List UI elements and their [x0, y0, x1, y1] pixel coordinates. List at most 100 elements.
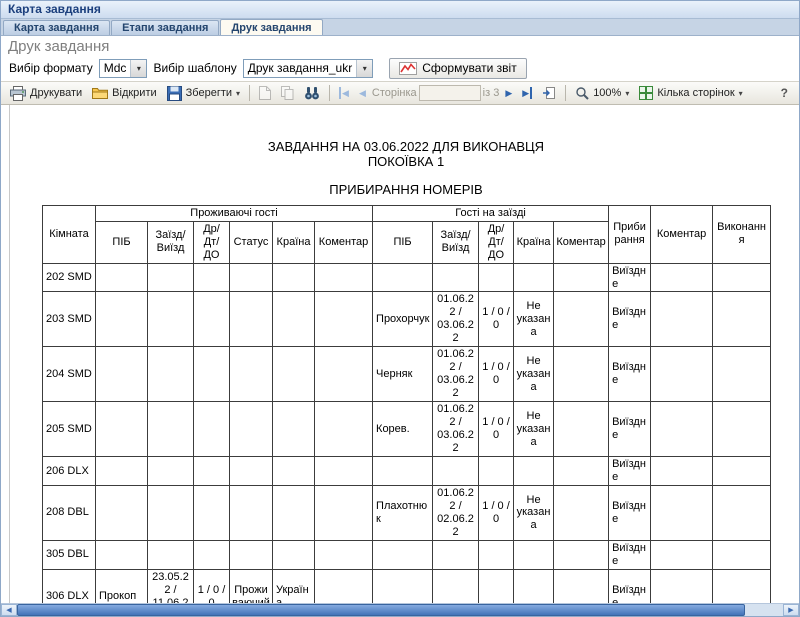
window-titlebar: Карта завдання	[1, 1, 799, 19]
goto-page-icon	[542, 86, 556, 100]
cell-done	[713, 402, 771, 457]
cell-staying-country	[273, 347, 315, 402]
tab-bar: Карта завдання Етапи завдання Друк завда…	[1, 19, 799, 36]
tab-task-print[interactable]: Друк завдання	[220, 19, 322, 35]
cell-staying-country	[273, 457, 315, 486]
cell-arriving-country: Не указана	[514, 292, 554, 347]
cell-arriving-dates	[433, 540, 479, 569]
cell-comment	[651, 457, 713, 486]
cell-room: 305 DBL	[43, 540, 96, 569]
chevron-down-icon: ▾	[356, 60, 372, 77]
cell-staying-status	[230, 263, 273, 292]
cell-staying-counts	[194, 292, 230, 347]
cell-staying-dates	[148, 402, 194, 457]
cell-room: 202 SMD	[43, 263, 96, 292]
cell-cleaning-type: Виїздне	[609, 457, 651, 486]
cell-arriving-counts	[479, 540, 514, 569]
chart-icon	[399, 62, 417, 75]
template-select[interactable]: Друк завдання_ukr ▾	[243, 59, 373, 78]
prev-page-button[interactable]: ◀	[355, 85, 370, 101]
cell-cleaning-type: Виїздне	[609, 402, 651, 457]
cleaning-row: 204 SMD Черняк 01.06.22 / 03.06.22 1 / 0…	[43, 347, 771, 402]
save-button[interactable]: Зберегти ▾	[163, 84, 244, 103]
report-toolbar: Друкувати Відкрити Зберегти ▾ ◀ ◀ Сторін…	[1, 81, 799, 105]
help-button[interactable]: ?	[775, 86, 794, 100]
cell-staying-counts	[194, 263, 230, 292]
cell-arriving-counts: 1 / 0 / 0	[479, 347, 514, 402]
magnifier-icon	[575, 86, 589, 100]
first-page-button[interactable]: ◀	[335, 85, 353, 101]
toolbar-separator	[565, 85, 566, 101]
cell-arriving-dates: 01.06.22 / 03.06.22	[433, 402, 479, 457]
pages-total-label: із 3	[483, 87, 500, 99]
scroll-right-button[interactable]: ▶	[783, 604, 799, 616]
chevron-down-icon: ▾	[739, 89, 743, 98]
page-number-input[interactable]	[419, 85, 481, 101]
scrollbar-thumb[interactable]	[17, 604, 745, 616]
cell-staying-status	[230, 540, 273, 569]
page-label: Сторінка	[372, 87, 417, 99]
tab-task-stages-label: Етапи завдання	[122, 22, 208, 34]
cell-comment	[651, 292, 713, 347]
scroll-left-icon: ◀	[6, 607, 11, 614]
cell-staying-status	[230, 486, 273, 541]
cell-arriving-comment	[554, 347, 609, 402]
col-room: Кімната	[43, 205, 96, 263]
cell-arriving-country	[514, 457, 554, 486]
export-button[interactable]	[255, 84, 275, 102]
zoom-value: 100%	[593, 87, 621, 99]
window-title: Карта завдання	[8, 2, 101, 16]
format-select[interactable]: Mdc ▾	[99, 59, 148, 78]
scrollbar-track[interactable]	[17, 604, 783, 616]
copy-button[interactable]	[277, 84, 298, 102]
template-label: Вибір шаблону	[153, 61, 236, 75]
first-page-icon: ◀	[339, 87, 349, 99]
tab-task-card[interactable]: Карта завдання	[3, 20, 110, 35]
cell-staying-dates	[148, 263, 194, 292]
next-page-button[interactable]: ▶	[501, 85, 516, 101]
cell-done	[713, 347, 771, 402]
cell-cleaning-type: Виїздне	[609, 486, 651, 541]
col-group-staying: Проживаючі гості	[96, 205, 373, 221]
cell-arriving-name: Корев.	[373, 402, 433, 457]
cell-comment	[651, 569, 713, 603]
cleaning-row: 208 DBL Плахотнюк 01.06.22 / 02.06.22 1 …	[43, 486, 771, 541]
cell-done	[713, 263, 771, 292]
report-page: ЗАВДАННЯ НА 03.06.2022 ДЛЯ ВИКОНАВЦЯ ПОК…	[9, 105, 791, 603]
search-button[interactable]	[300, 84, 324, 102]
col-group-arriving: Гості на заїзді	[373, 205, 609, 221]
cell-arriving-comment	[554, 263, 609, 292]
zoom-button[interactable]: 100% ▾	[571, 84, 633, 102]
document-icon	[259, 86, 271, 100]
print-button[interactable]: Друкувати	[6, 84, 86, 103]
cell-staying-name	[96, 540, 148, 569]
cell-arriving-dates	[433, 569, 479, 603]
cell-arriving-counts	[479, 457, 514, 486]
cell-room: 306 DLX	[43, 569, 96, 603]
report-title-line1: ЗАВДАННЯ НА 03.06.2022 ДЛЯ ВИКОНАВЦЯ	[42, 139, 770, 154]
cleaning-row: 306 DLX Прокоп 23.05.22 / 11.06.22 1 / 0…	[43, 569, 771, 603]
scroll-left-button[interactable]: ◀	[1, 604, 17, 616]
cell-staying-name	[96, 347, 148, 402]
cell-staying-name	[96, 292, 148, 347]
goto-page-button[interactable]	[538, 84, 560, 102]
cell-staying-country	[273, 263, 315, 292]
multipage-grid-icon	[639, 86, 653, 100]
cell-arriving-name	[373, 569, 433, 603]
col-arriving-inout: Заїзд/Виїзд	[433, 221, 479, 263]
last-page-button[interactable]: ▶	[518, 85, 536, 101]
open-button[interactable]: Відкрити	[88, 84, 160, 102]
cell-staying-dates: 23.05.22 / 11.06.22	[148, 569, 194, 603]
report-content: ЗАВДАННЯ НА 03.06.2022 ДЛЯ ВИКОНАВЦЯ ПОК…	[10, 105, 770, 603]
horizontal-scrollbar[interactable]: ◀ ▶	[1, 603, 799, 616]
toolbar-separator	[249, 85, 250, 101]
col-cleaning: Прибирання	[609, 205, 651, 263]
task-card-window: Карта завдання Карта завдання Етапи завд…	[0, 0, 800, 617]
generate-report-button[interactable]: Сформувати звіт	[389, 58, 527, 79]
multipage-button[interactable]: Кілька сторінок ▾	[635, 84, 746, 102]
col-arriving-ddd: Др/Дт/ДО	[479, 221, 514, 263]
cell-arriving-dates: 01.06.22 / 03.06.22	[433, 292, 479, 347]
tab-task-stages[interactable]: Етапи завдання	[111, 20, 219, 35]
cleaning-row: 205 SMD Корев. 01.06.22 / 03.06.22 1 / 0…	[43, 402, 771, 457]
cell-done	[713, 540, 771, 569]
